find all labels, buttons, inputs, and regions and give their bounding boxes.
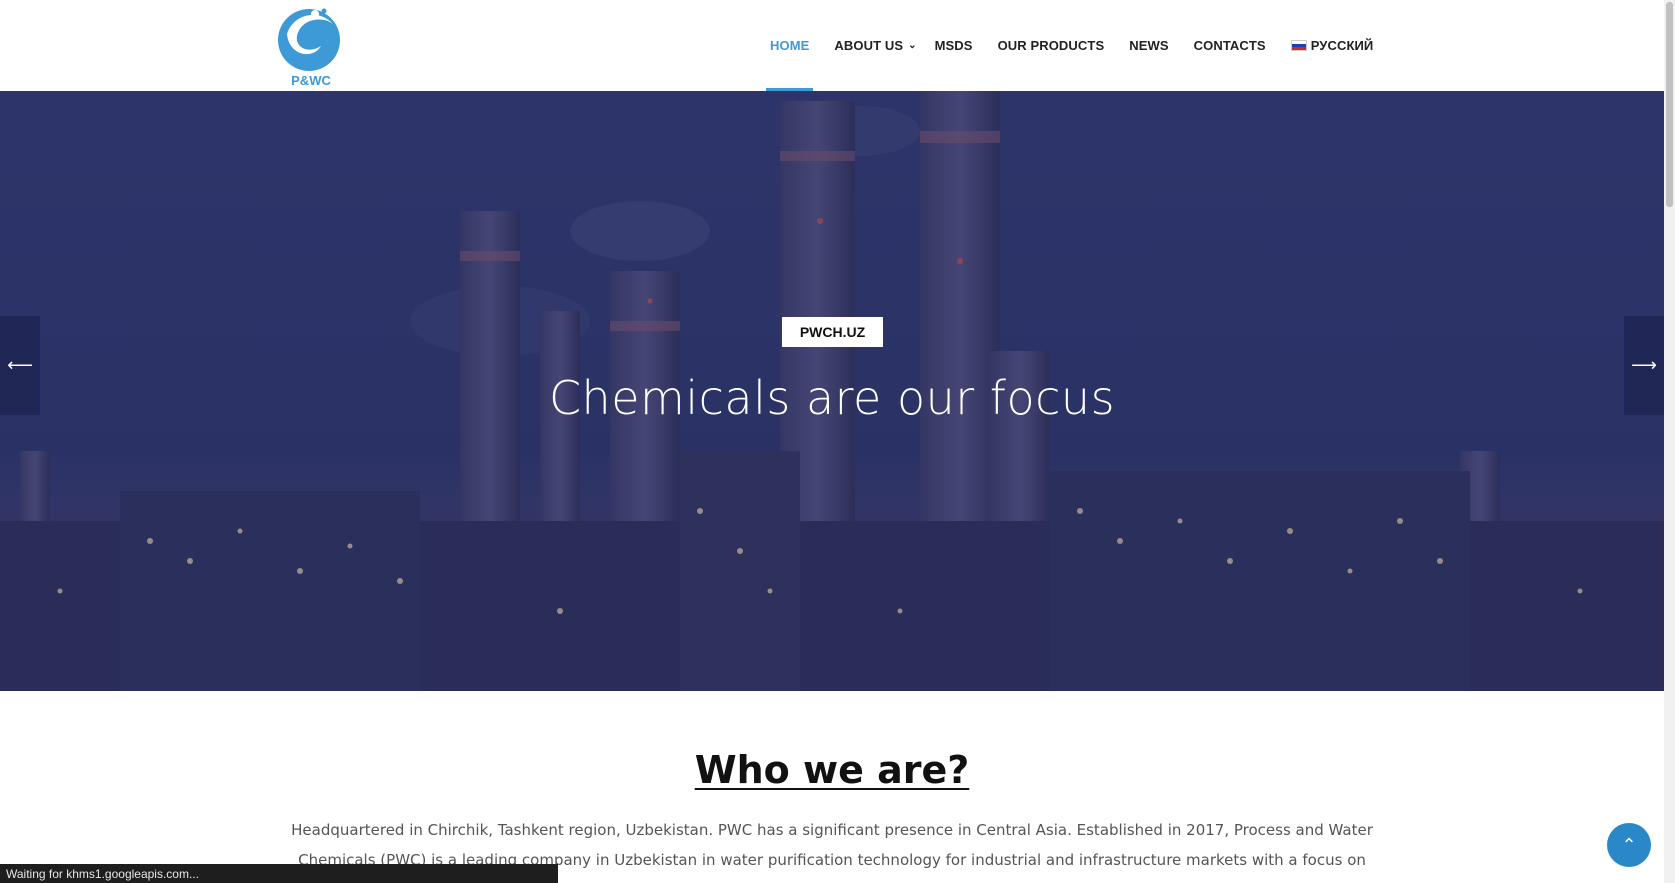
nav-news[interactable]: NEWS: [1125, 0, 1172, 91]
slider-next-button[interactable]: ⟶: [1624, 316, 1664, 415]
nav-contacts-label: CONTACTS: [1193, 38, 1266, 53]
nav-contacts[interactable]: CONTACTS: [1190, 0, 1270, 91]
ru-flag-icon: [1290, 40, 1307, 51]
section-title: Who we are?: [694, 748, 970, 792]
nav-language-label: РУССКИЙ: [1310, 38, 1374, 53]
hero-slider: PWCH.UZ Chemicals are our focus ⟵ ⟶: [0, 91, 1664, 691]
scrollbar-thumb[interactable]: [1666, 2, 1673, 207]
site-header: P&WC HOME ABOUT US ⌄ MSDS OUR PRODUCTS N…: [0, 0, 1664, 91]
nav-msds-label: MSDS: [934, 38, 973, 53]
logo-text: P&WC: [291, 73, 331, 88]
nav-about-us[interactable]: ABOUT US ⌄: [830, 0, 920, 91]
nav-home-label: HOME: [770, 38, 810, 53]
hero-badge: PWCH.UZ: [782, 317, 883, 347]
nav-news-label: NEWS: [1129, 38, 1169, 53]
nav-home[interactable]: HOME: [766, 0, 814, 91]
nav-language-russian[interactable]: РУССКИЙ: [1287, 0, 1378, 91]
arrow-right-icon: ⟶: [1631, 355, 1657, 375]
hero-headline: Chemicals are our focus: [548, 371, 1116, 425]
nav-our-products[interactable]: OUR PRODUCTS: [994, 0, 1109, 91]
main-nav: HOME ABOUT US ⌄ MSDS OUR PRODUCTS NEWS C…: [766, 0, 1394, 91]
nav-msds[interactable]: MSDS: [931, 0, 977, 91]
slider-prev-button[interactable]: ⟵: [0, 316, 40, 415]
nav-about-us-label: ABOUT US: [834, 38, 904, 53]
chevron-up-icon: ⌃: [1621, 834, 1637, 855]
page-scrollbar[interactable]: [1664, 0, 1675, 883]
browser-status-bar: Waiting for khms1.googleapis.com...: [0, 864, 558, 883]
scroll-to-top-button[interactable]: ⌃: [1607, 823, 1651, 867]
chevron-down-icon: ⌄: [908, 40, 917, 51]
nav-our-products-label: OUR PRODUCTS: [997, 38, 1105, 53]
arrow-left-icon: ⟵: [7, 355, 33, 375]
